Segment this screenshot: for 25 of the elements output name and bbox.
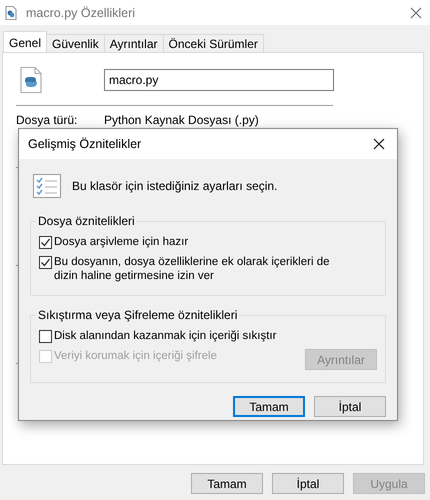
checkbox[interactable]: [39, 236, 52, 249]
tab[interactable]: Önceki Sürümler: [162, 34, 264, 52]
file-name-field[interactable]: macro.py: [104, 69, 334, 91]
checklist-icon: [33, 174, 61, 198]
field-value: Python Kaynak Dosyası (.py): [104, 113, 259, 127]
checkbox-label[interactable]: Bu dosyanın, dosya özelliklerine ek olarak içerikleri de dizin haline getirmesine izin ver: [54, 255, 354, 283]
python-file-icon: [20, 67, 42, 93]
checkbox[interactable]: [39, 256, 52, 269]
dialog-title: Gelişmiş Öznitelikler: [28, 137, 142, 151]
window-title: macro.py Özellikleri: [26, 6, 136, 20]
group-title: Sıkıştırma veya Şifreleme öznitelikleri: [37, 308, 238, 322]
dialog-button[interactable]: İptal: [272, 473, 344, 494]
group-title: Dosya öznitelikleri: [37, 214, 136, 228]
checkbox-label[interactable]: Disk alanından kazanmak için içeriği sıkıştır: [54, 329, 276, 343]
field-label: Dosya türü:: [16, 113, 78, 127]
checkbox[interactable]: [39, 330, 52, 343]
checkbox-label[interactable]: Dosya arşivleme için hazır: [54, 235, 188, 249]
tab[interactable]: Ayrıntılar: [104, 34, 164, 52]
close-icon[interactable]: [373, 138, 385, 150]
instruction-text: Bu klasör için istediğiniz ayarları seçin.: [72, 179, 278, 193]
python-file-icon: [5, 6, 17, 20]
dialog-button[interactable]: İptal: [314, 396, 386, 417]
dialog-button[interactable]: Tamam: [233, 396, 305, 417]
dialog-button[interactable]: Tamam: [191, 473, 263, 494]
tab[interactable]: Genel: [3, 31, 48, 52]
